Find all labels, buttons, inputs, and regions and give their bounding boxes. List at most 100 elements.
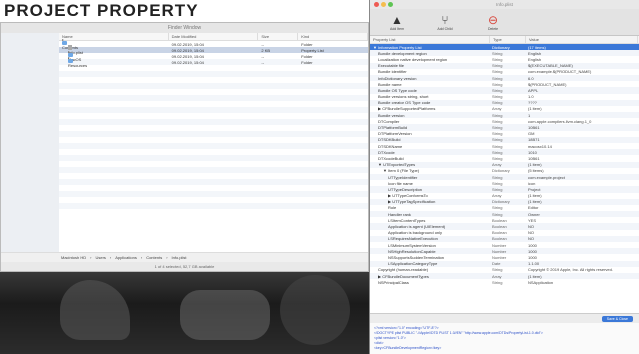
plist-type[interactable]: Dictionary — [490, 168, 526, 173]
save-button[interactable]: Save & Close — [601, 316, 633, 322]
plist-type[interactable]: String — [490, 267, 526, 272]
plist-key[interactable]: InfoDictionary version — [370, 76, 490, 81]
plist-value[interactable]: Project — [526, 187, 638, 192]
plist-value[interactable]: Copyright © 2019 Apple, Inc. All rights … — [526, 267, 638, 272]
plist-value[interactable]: macosx10.14 — [526, 144, 638, 149]
plist-type[interactable]: String — [490, 113, 526, 118]
plist-value[interactable]: icon — [526, 181, 638, 186]
plist-row[interactable]: Bundle development region String English — [370, 50, 639, 57]
plist-key[interactable]: Executable file — [370, 63, 490, 68]
plist-type[interactable]: Array — [490, 274, 526, 279]
plist-value[interactable]: 6.0 — [526, 76, 638, 81]
plist-row[interactable]: Icon file name String icon — [370, 180, 639, 186]
plist-value[interactable]: 10B61 — [526, 125, 638, 130]
path-segment[interactable]: Contents — [146, 255, 162, 260]
plist-row[interactable]: LSMinimumSystemVersion Number 1000 — [370, 242, 639, 248]
plist-type[interactable]: String — [490, 175, 526, 180]
plist-type[interactable]: String — [490, 131, 526, 136]
plist-key[interactable]: ▼ Item 0 (File Type) — [370, 168, 490, 173]
plist-row[interactable]: Bundle versions string, short String 1.0 — [370, 94, 639, 100]
toolbar-button[interactable]: ⊖ Delete — [474, 13, 512, 31]
plist-key[interactable]: UTTypeIdentifier — [370, 175, 490, 180]
plist-row[interactable]: Copyright (human-readable) String Copyrigh… — [370, 267, 639, 273]
plist-value[interactable]: Owner — [526, 212, 638, 217]
plist-value[interactable]: English — [526, 57, 638, 62]
plist-key[interactable]: Localization native development region — [370, 57, 490, 62]
plist-row[interactable]: Role String Editor — [370, 205, 639, 211]
plist-row[interactable]: UTTypeIdentifier String com.example.projec… — [370, 173, 639, 181]
minimize-window-icon[interactable] — [381, 2, 386, 7]
plist-value[interactable]: (1 item) — [526, 162, 638, 167]
file-row[interactable]: Resources 09.02.2019, 15:04 -- Folder — [59, 56, 368, 68]
plist-row[interactable]: ▶ UTTypeTagSpecification Dictionary (1 ite… — [370, 198, 639, 205]
plist-type[interactable]: String — [490, 100, 526, 105]
plist-key[interactable]: UTTypeDescription — [370, 187, 490, 192]
plist-row[interactable]: DTCompiler String com.apple.compilers.llvm… — [370, 118, 639, 124]
plist-type[interactable]: Number — [490, 243, 526, 248]
plist-value[interactable]: (5 items) — [526, 168, 638, 173]
plist-type[interactable]: String — [490, 212, 526, 217]
plist-type[interactable]: Array — [490, 106, 526, 111]
plist-type[interactable]: String — [490, 144, 526, 149]
plist-row[interactable]: DTSDKBuild String 18B71 — [370, 136, 639, 143]
plist-value[interactable]: YES — [526, 218, 638, 223]
plist-value[interactable]: APPL — [526, 88, 638, 93]
plist-type[interactable]: String — [490, 125, 526, 130]
plist-type[interactable]: String — [490, 187, 526, 192]
plist-type[interactable]: Array — [490, 162, 526, 167]
plist-row[interactable]: Bundle name String $(PRODUCT_NAME) — [370, 81, 639, 87]
plist-value[interactable]: (1 item) — [526, 106, 638, 111]
plist-key[interactable]: ▶ UTTypeConformsTo — [370, 193, 490, 198]
plist-row[interactable]: DTXcode String 1010 — [370, 149, 639, 156]
column-header-date[interactable]: Date Modified — [169, 33, 259, 40]
column-header-kind[interactable]: Kind — [298, 33, 368, 40]
plist-key[interactable]: Handler rank — [370, 212, 490, 217]
plist-row[interactable]: Localization native development region St… — [370, 56, 639, 62]
plist-row[interactable]: Application is background only Boolean NO — [370, 230, 639, 236]
plist-row[interactable]: NSHighResolutionCapable Number 1000 — [370, 248, 639, 255]
plist-value[interactable]: (1 item) — [526, 274, 638, 279]
plist-type[interactable]: String — [490, 137, 526, 142]
plist-value[interactable]: $(EXECUTABLE_NAME) — [526, 63, 638, 68]
plist-row[interactable]: Bundle version String 1 — [370, 112, 639, 119]
plist-value[interactable]: 1000 — [526, 249, 638, 254]
plist-type[interactable]: String — [490, 76, 526, 81]
plist-key[interactable]: Icon file name — [370, 181, 490, 186]
plist-value[interactable]: com.example.$(PRODUCT_NAME) — [526, 69, 638, 74]
path-segment[interactable]: Macintosh HD — [61, 255, 86, 260]
plist-key[interactable]: NSSupportsSuddenTermination — [370, 255, 490, 260]
plist-key[interactable]: LSMinimumSystemVersion — [370, 243, 490, 248]
plist-key[interactable]: Copyright (human-readable) — [370, 267, 490, 272]
plist-type[interactable]: String — [490, 57, 526, 62]
plist-value[interactable]: NO — [526, 236, 638, 241]
plist-type[interactable]: String — [490, 280, 526, 285]
plist-row[interactable]: NSSupportsSuddenTermination Number 1000 — [370, 254, 639, 260]
plist-type[interactable]: Number — [490, 255, 526, 260]
plist-key[interactable]: Application is agent (UIElement) — [370, 224, 490, 229]
plist-row[interactable]: LSItemContentTypes Boolean YES — [370, 217, 639, 223]
plist-key[interactable]: DTPlatformVersion — [370, 131, 490, 136]
plist-row[interactable]: Bundle creator OS Type code String???? — [370, 99, 639, 106]
plist-key[interactable]: Bundle creator OS Type code — [370, 100, 490, 105]
plist-row[interactable]: ▶ CFBundleSupportedPlatforms Array (1 item… — [370, 106, 639, 112]
plist-type[interactable]: String — [490, 205, 526, 210]
plist-row[interactable]: Application is agent (UIElement) Boolean N… — [370, 223, 639, 230]
plist-key[interactable]: DTXcodeBuild — [370, 156, 490, 161]
plist-type[interactable]: Boolean — [490, 224, 526, 229]
plist-key[interactable]: Role — [370, 205, 490, 210]
plist-type[interactable]: Dictionary — [490, 199, 526, 204]
plist-key[interactable]: DTSDKName — [370, 144, 490, 149]
plist-row[interactable]: InfoDictionary version String 6.0 — [370, 74, 639, 82]
toolbar-button[interactable]: ⑂ Add Child — [426, 13, 464, 31]
plist-key[interactable]: NSHighResolutionCapable — [370, 249, 490, 254]
plist-key[interactable]: Bundle OS Type code — [370, 88, 490, 93]
plist-row[interactable]: NSPrincipalClass String NSApplication — [370, 279, 639, 285]
plist-type[interactable]: String — [490, 94, 526, 99]
plist-type[interactable]: Dictionary — [490, 45, 526, 50]
plist-type[interactable]: Boolean — [490, 236, 526, 241]
plist-type[interactable]: Boolean — [490, 218, 526, 223]
plist-key[interactable]: Bundle name — [370, 82, 490, 87]
plist-value[interactable]: Editor — [526, 205, 638, 210]
plist-value[interactable]: 1 — [526, 113, 638, 118]
plist-type[interactable]: Boolean — [490, 230, 526, 235]
